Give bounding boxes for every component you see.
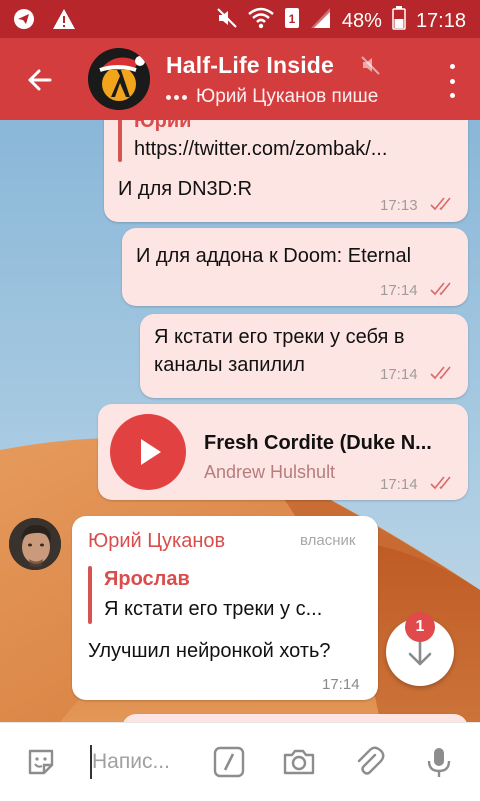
message-bubble-outgoing[interactable]: И для аддона к Doom: Eternal 17:14 xyxy=(122,228,468,306)
reply-sender-name: Ярослав xyxy=(104,568,190,590)
telegram-app-icon xyxy=(12,7,36,37)
message-input[interactable] xyxy=(88,745,204,779)
play-icon xyxy=(141,439,161,465)
message-text: И для DN3D:R xyxy=(118,178,253,200)
message-time: 17:14 xyxy=(380,282,418,299)
typing-status-text: Юрий Цуканов пише xyxy=(196,86,379,107)
reply-preview-text[interactable]: https://twitter.com/zombak/... xyxy=(134,138,387,161)
reply-preview-text[interactable]: Я кстати его треки у с... xyxy=(104,598,322,621)
typing-dots-icon xyxy=(166,94,187,100)
message-bubble-incoming[interactable]: Юрий Цуканов власник Ярослав Я кстати ег… xyxy=(72,516,378,700)
owner-badge: власник xyxy=(300,532,356,549)
double-check-icon xyxy=(430,476,451,490)
clock: 17:18 xyxy=(415,9,466,32)
unread-count-badge: 1 xyxy=(405,612,435,642)
battery-percent: 48% xyxy=(341,9,382,32)
warning-icon xyxy=(52,7,76,37)
more-menu-button[interactable] xyxy=(442,64,462,98)
camera-icon[interactable] xyxy=(282,745,316,779)
double-check-icon xyxy=(430,282,451,296)
message-time: 17:14 xyxy=(380,366,418,383)
reply-quote-bar xyxy=(88,566,92,624)
track-title: Fresh Cordite (Duke N... xyxy=(204,432,432,454)
message-bubble-outgoing[interactable]: Я кстати его треки у себя в каналы запил… xyxy=(140,314,468,398)
chat-header: Half-Life Inside Юрий Цуканов пише xyxy=(0,38,480,120)
svg-text:1: 1 xyxy=(289,12,296,26)
sim-1-icon: 1 xyxy=(284,7,300,35)
signal-icon xyxy=(310,7,332,35)
track-artist: Andrew Hulshult xyxy=(204,462,336,482)
audio-message-bubble[interactable]: Fresh Cordite (Duke N... Andrew Hulshult… xyxy=(98,404,468,500)
message-time: 17:14 xyxy=(322,676,360,693)
message-list[interactable]: Юрий https://twitter.com/zombak/... И дл… xyxy=(0,120,480,722)
message-time: 17:14 xyxy=(380,476,418,493)
message-time: 17:13 xyxy=(380,197,418,214)
chat-avatar[interactable] xyxy=(88,48,150,110)
microphone-icon[interactable] xyxy=(422,745,456,779)
message-text: Улучшил нейронкой хоть? xyxy=(88,640,331,662)
status-bar: 1 48% 17:18 xyxy=(0,0,480,38)
message-composer xyxy=(0,722,480,801)
chat-title[interactable]: Half-Life Inside xyxy=(166,52,334,79)
double-check-icon xyxy=(430,366,451,380)
wifi-icon xyxy=(248,7,274,35)
mute-icon xyxy=(216,7,238,35)
message-text: И для аддона к Doom: Eternal xyxy=(136,245,412,267)
arrow-left-icon xyxy=(28,69,52,91)
reply-sender-name: Юрий xyxy=(134,120,192,132)
sticker-icon[interactable] xyxy=(24,745,58,779)
message-bubble-outgoing[interactable]: Юрий https://twitter.com/zombak/... И дл… xyxy=(104,120,468,222)
muted-icon xyxy=(360,54,382,81)
battery-icon xyxy=(392,6,406,36)
lambda-santa-avatar-icon xyxy=(88,48,150,110)
bot-command-icon[interactable] xyxy=(212,745,246,779)
sender-name[interactable]: Юрий Цуканов xyxy=(88,530,225,553)
play-button[interactable] xyxy=(110,414,186,490)
message-text-line-1: Я кстати его треки у себя в xyxy=(154,326,405,348)
reply-quote-bar xyxy=(118,120,122,162)
sender-avatar[interactable] xyxy=(9,518,61,570)
back-button[interactable] xyxy=(20,60,60,100)
attach-icon[interactable] xyxy=(352,745,386,779)
message-text-line-2: каналы запилил xyxy=(154,354,305,376)
message-bubble-outgoing[interactable] xyxy=(122,714,468,722)
user-photo xyxy=(9,518,61,570)
typing-status: Юрий Цуканов пише xyxy=(166,86,378,108)
double-check-icon xyxy=(430,197,451,211)
